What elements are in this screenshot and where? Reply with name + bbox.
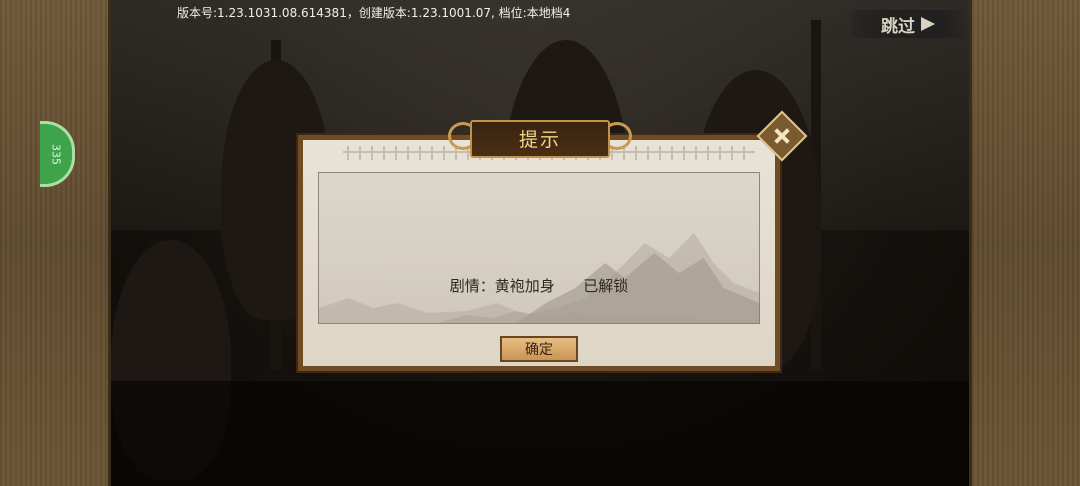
- dialog-content-frame: 剧情：黄袍加身 已解锁: [318, 172, 760, 324]
- dialog-title: 提示: [518, 129, 561, 151]
- left-border-panel: [0, 0, 111, 486]
- right-border-panel: [969, 0, 1080, 486]
- version-info: 版本号:1.23.1031.08.614381，创建版本:1.23.1001.0…: [177, 6, 571, 20]
- skip-button[interactable]: 跳过: [852, 10, 964, 38]
- arrow-right-icon: [921, 17, 935, 31]
- side-tab-label: 335: [49, 143, 63, 165]
- dialog-title-plate: 提示: [448, 116, 632, 158]
- skip-label: 跳过: [881, 16, 915, 37]
- mountain-landscape: [319, 233, 759, 323]
- unlock-message: 剧情：黄袍加身 已解锁: [449, 277, 629, 295]
- confirm-button[interactable]: 确定: [500, 336, 578, 362]
- dialog-paper: 剧情：黄袍加身 已解锁: [303, 140, 775, 366]
